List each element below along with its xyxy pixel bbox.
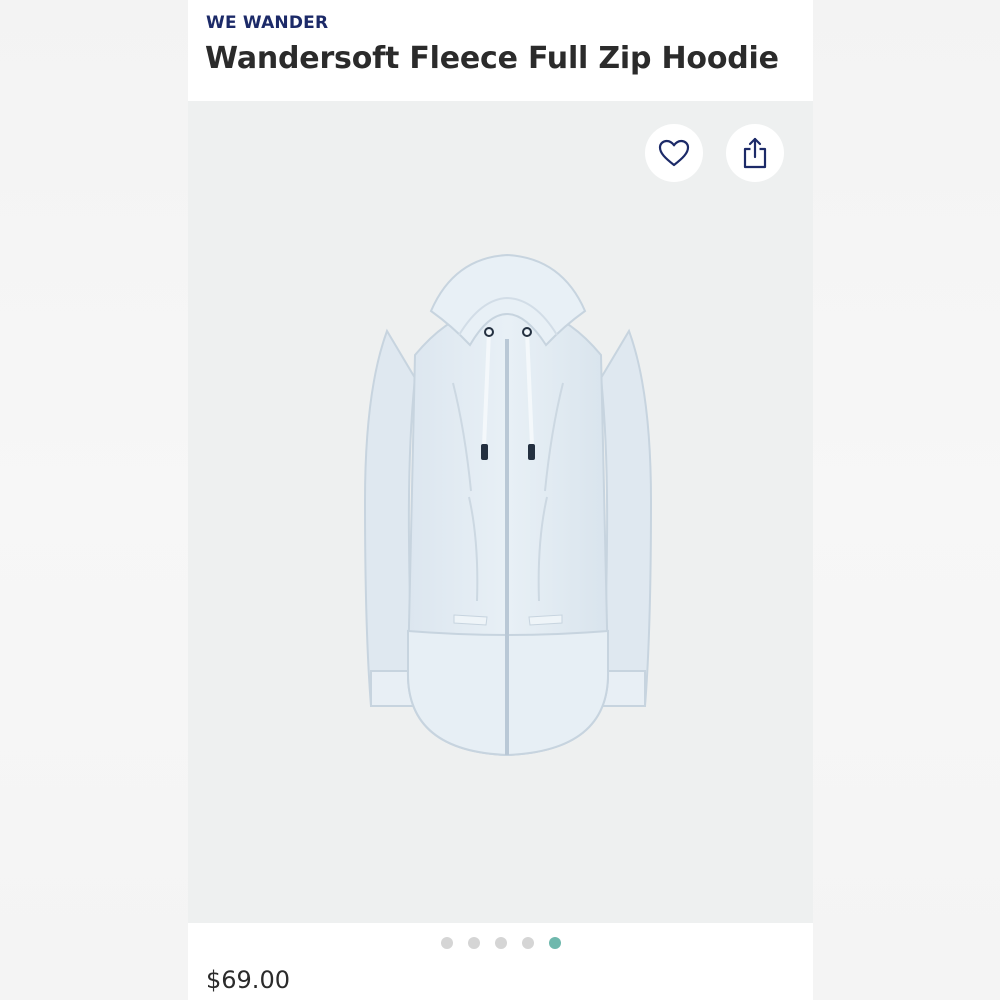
gallery-dot-1[interactable] [440, 937, 453, 949]
gallery-dot-5-active[interactable] [548, 937, 561, 949]
share-button[interactable] [726, 124, 784, 182]
right-background [813, 0, 1000, 1000]
product-header: WE WANDER Wandersoft Fleece Full Zip Hoo… [188, 0, 813, 101]
gallery-dot-2[interactable] [467, 937, 480, 949]
product-price: $69.00 [206, 966, 290, 994]
product-title: Wandersoft Fleece Full Zip Hoodie [205, 41, 779, 76]
gallery-pagination [188, 923, 813, 963]
brand-name[interactable]: WE WANDER [206, 13, 328, 33]
favorite-button[interactable] [645, 124, 703, 182]
hoodie-product-image [363, 253, 653, 757]
gallery-dot-4[interactable] [521, 937, 534, 949]
product-image-gallery[interactable] [188, 101, 813, 923]
gallery-dot-3[interactable] [494, 937, 507, 949]
page: WE WANDER Wandersoft Fleece Full Zip Hoo… [0, 0, 1000, 1000]
share-icon [743, 137, 767, 169]
left-background [0, 0, 188, 1000]
product-panel: WE WANDER Wandersoft Fleece Full Zip Hoo… [188, 0, 813, 1000]
heart-icon [658, 139, 690, 167]
hoodie-body [406, 310, 610, 757]
